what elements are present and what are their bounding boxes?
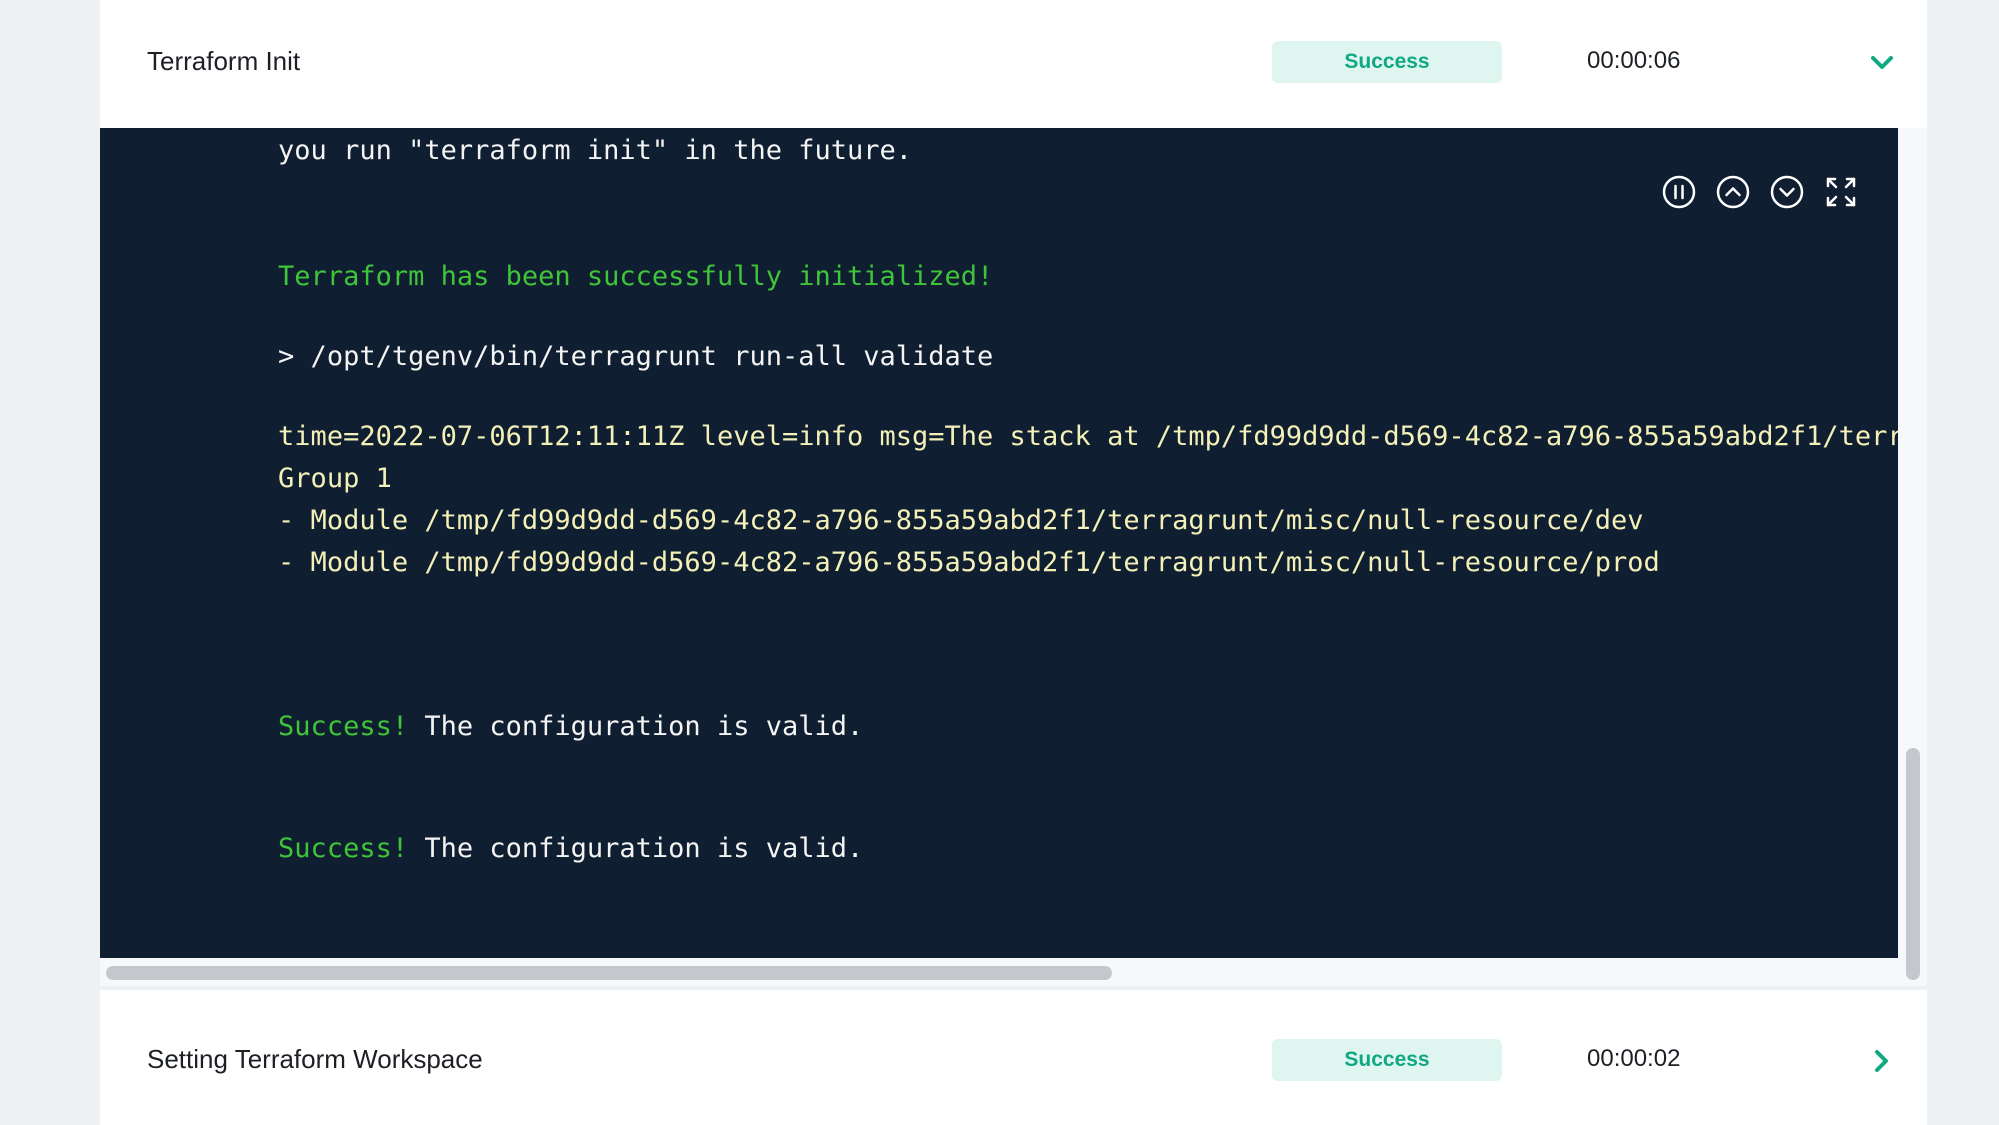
status-badge: Success (1272, 41, 1502, 83)
log-output: you run "terraform init" in the future. … (148, 128, 1898, 864)
log-segment: > /opt/tgenv/bin/terragrunt run-all vali… (278, 341, 994, 372)
pipeline-steps-panel: Terraform Init Success 00:00:06 you run … (100, 0, 1927, 1125)
log-line: you run "terraform init" in the future. (148, 128, 912, 197)
log-segment: The configuration is valid. (408, 711, 864, 742)
chevron-right-icon[interactable] (1867, 1046, 1897, 1076)
vertical-scrollbar-thumb[interactable] (1906, 748, 1920, 980)
step-duration: 00:00:06 (1587, 47, 1681, 74)
horizontal-scrollbar-thumb[interactable] (106, 966, 1112, 980)
log-segment: time=2022-07-06T12:11:11Z level=info msg… (278, 421, 1898, 452)
horizontal-scrollbar[interactable] (100, 958, 1898, 986)
step-title: Terraform Init (147, 46, 301, 76)
log-segment: you run "terraform init" in the future. (278, 135, 913, 166)
step-header-setting-terraform-workspace[interactable]: Setting Terraform Workspace Success 00:0… (100, 990, 1927, 1125)
log-segment: Success! (278, 833, 409, 864)
step-duration: 00:00:02 (1587, 1045, 1681, 1072)
step-header-terraform-init[interactable]: Terraform Init Success 00:00:06 (100, 0, 1927, 125)
log-segment: - Module /tmp/fd99d9dd-d569-4c82-a796-85… (278, 547, 1660, 578)
log-segment: Success! (278, 711, 409, 742)
pause-icon[interactable] (1662, 175, 1696, 209)
step-title: Setting Terraform Workspace (147, 1044, 483, 1074)
fullscreen-icon[interactable] (1824, 175, 1858, 209)
status-badge: Success (1272, 1039, 1502, 1081)
log-line: Success! The configuration is valid. (148, 802, 863, 895)
log-segment: The configuration is valid. (408, 833, 864, 864)
chevron-down-icon[interactable] (1867, 48, 1897, 78)
log-segment: Terraform has been successfully initiali… (278, 261, 994, 292)
scroll-up-icon[interactable] (1716, 175, 1750, 209)
vertical-scrollbar[interactable] (1898, 128, 1927, 986)
log-line: - Module /tmp/fd99d9dd-d569-4c82-a796-85… (148, 516, 1660, 609)
terminal-controls (1662, 175, 1858, 209)
terminal-log[interactable]: you run "terraform init" in the future. … (100, 128, 1898, 958)
log-line: Success! The configuration is valid. (148, 680, 863, 773)
log-line: time=2022-07-06T12:11:11Z level=info msg… (148, 390, 1898, 483)
scroll-down-icon[interactable] (1770, 175, 1804, 209)
